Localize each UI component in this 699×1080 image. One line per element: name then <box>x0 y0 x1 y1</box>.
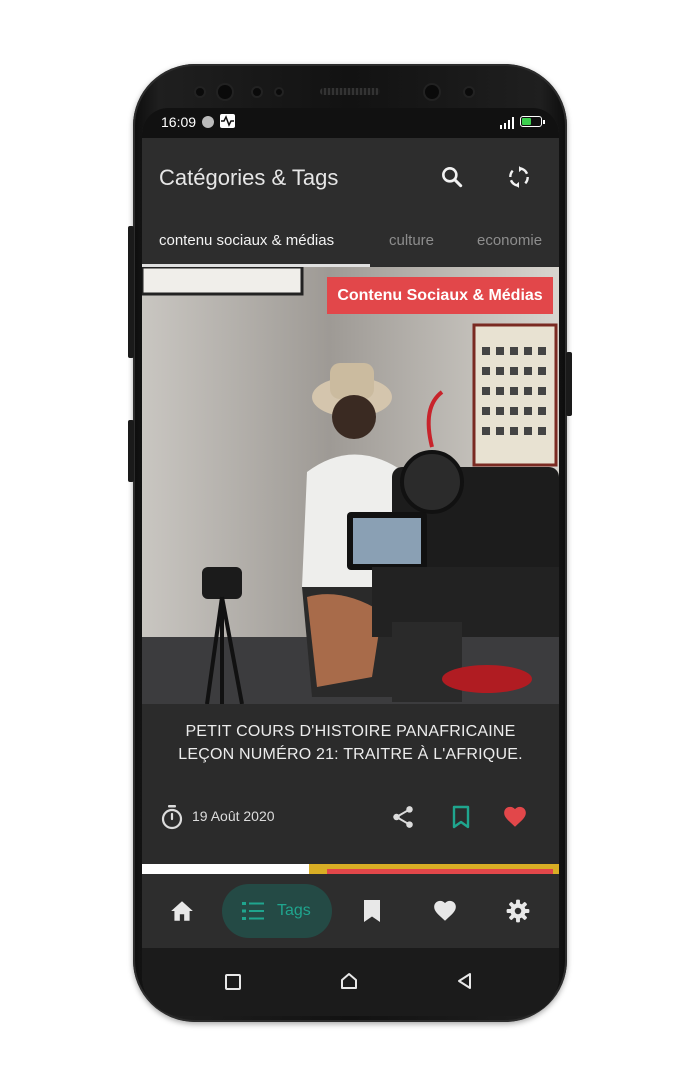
search-icon[interactable] <box>439 164 465 190</box>
battery-icon <box>520 116 545 127</box>
front-sensor <box>218 85 232 99</box>
power-button <box>566 352 572 416</box>
back-button[interactable] <box>455 971 475 996</box>
article-meta: 19 Août 2020 <box>160 804 545 834</box>
signal-icon <box>500 117 514 129</box>
bookmark-icon <box>364 900 380 922</box>
volume-button <box>128 226 134 358</box>
tab-contenu-sociaux[interactable]: contenu sociaux & médias <box>159 232 334 249</box>
sync-icon[interactable] <box>506 164 532 190</box>
tab-bar: contenu sociaux & médias culture economi… <box>142 216 559 266</box>
app-bar: Catégories & Tags <box>142 138 559 216</box>
front-sensor <box>465 88 473 96</box>
front-sensor <box>253 88 261 96</box>
nav-favorites[interactable] <box>427 874 463 948</box>
home-icon <box>171 901 193 921</box>
nav-settings[interactable] <box>500 874 536 948</box>
status-time: 16:09 <box>161 114 197 130</box>
screen: 16:09 Catégories & Tags contenu sociaux <box>142 108 559 1016</box>
category-badge[interactable]: Contenu Sociaux & Médias <box>327 277 553 314</box>
timer-icon <box>160 804 184 835</box>
tab-culture[interactable]: culture <box>389 232 434 249</box>
recents-button[interactable] <box>224 973 242 996</box>
tags-list-icon <box>241 900 265 927</box>
page-title: Catégories & Tags <box>159 165 339 190</box>
article-title-line: LEÇON NUMÉRO 21: TRAITRE À L'AFRIQUE. <box>178 746 523 763</box>
tab-economie[interactable]: economie <box>477 232 542 249</box>
nav-bookmarks[interactable] <box>354 874 390 948</box>
front-sensor <box>276 89 282 95</box>
earpiece-speaker <box>320 88 380 95</box>
settings-icon <box>506 899 530 923</box>
notification-icon <box>202 116 214 128</box>
system-nav-bar <box>142 948 559 1016</box>
nav-home[interactable] <box>162 874 202 948</box>
next-article-preview[interactable] <box>142 864 559 874</box>
bookmark-icon[interactable] <box>449 804 473 835</box>
article-title[interactable]: PETIT COURS D'HISTOIRE PANAFRICAINE LEÇO… <box>142 720 559 766</box>
bixby-button <box>128 420 134 482</box>
heart-icon[interactable] <box>502 804 528 835</box>
article-image[interactable] <box>142 267 559 704</box>
activity-icon <box>220 114 235 128</box>
article-title-line: PETIT COURS D'HISTOIRE PANAFRICAINE <box>185 723 516 740</box>
status-bar: 16:09 <box>142 108 559 138</box>
front-sensor <box>196 88 204 96</box>
home-button[interactable] <box>339 971 359 996</box>
nav-tags-label: Tags <box>277 902 311 919</box>
heart-icon <box>434 900 456 921</box>
front-camera <box>425 85 439 99</box>
bottom-nav: Tags <box>142 874 559 948</box>
share-icon[interactable] <box>390 804 416 835</box>
article-date: 19 Août 2020 <box>192 808 275 824</box>
